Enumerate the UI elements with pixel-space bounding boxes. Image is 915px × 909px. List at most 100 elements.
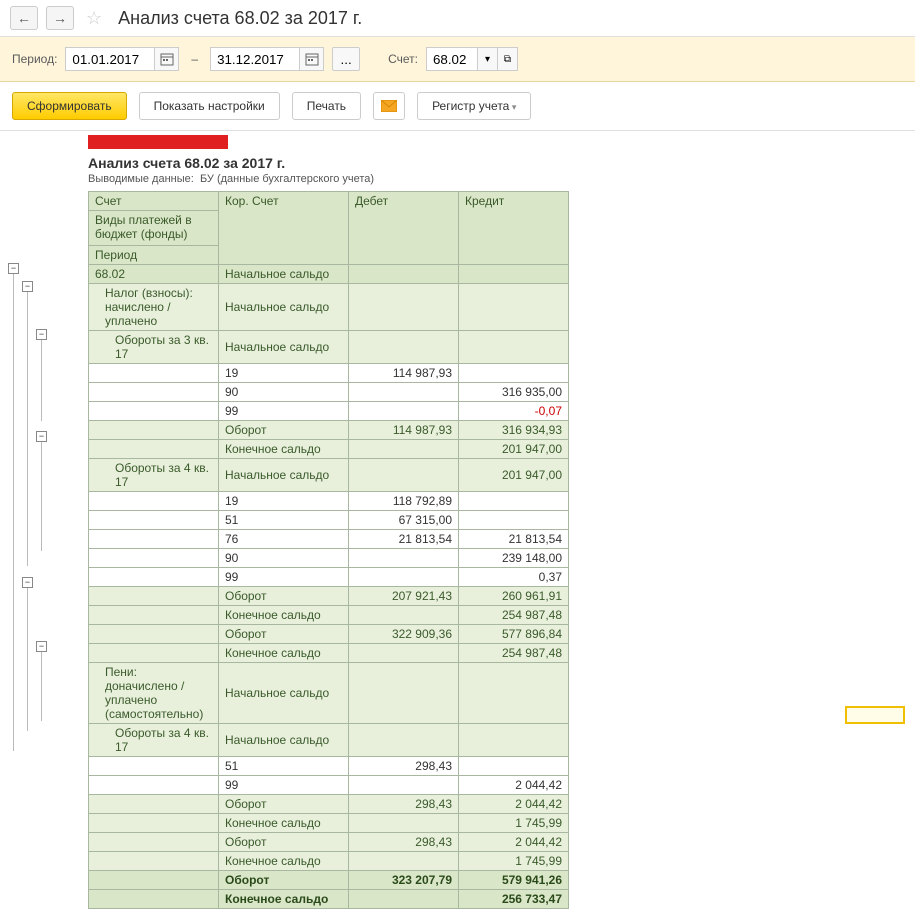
cell-corr: Начальное сальдо <box>219 265 349 284</box>
generate-button[interactable]: Сформировать <box>12 92 127 120</box>
calendar-icon <box>305 52 319 66</box>
report-title: Анализ счета 68.02 за 2017 г. <box>88 155 915 171</box>
cell-credit: 201 947,00 <box>459 440 569 459</box>
cell-corr: 51 <box>219 511 349 530</box>
account-input[interactable] <box>426 47 478 71</box>
cell-corr: Конечное сальдо <box>219 644 349 663</box>
tree-line <box>13 274 14 751</box>
cell-account: Обороты за 3 кв. 17 <box>89 331 219 364</box>
cell-corr: Оборот <box>219 421 349 440</box>
nav-forward-button[interactable]: → <box>46 6 74 30</box>
tree-collapse-toggle[interactable]: − <box>36 329 47 340</box>
cell-account <box>89 606 219 625</box>
cell-debit <box>349 549 459 568</box>
cell-debit <box>349 331 459 364</box>
cell-corr: Оборот <box>219 833 349 852</box>
cell-account <box>89 890 219 909</box>
redacted-org-name <box>140 139 224 145</box>
cell-corr: Начальное сальдо <box>219 663 349 724</box>
date-to-calendar-button[interactable] <box>300 47 324 71</box>
cell-credit <box>459 492 569 511</box>
cell-account <box>89 644 219 663</box>
tree-collapse-toggle[interactable]: − <box>8 263 19 274</box>
cell-corr: Конечное сальдо <box>219 852 349 871</box>
show-settings-button[interactable]: Показать настройки <box>139 92 280 120</box>
cell-credit: 1 745,99 <box>459 852 569 871</box>
cell-account <box>89 871 219 890</box>
cell-debit <box>349 663 459 724</box>
table-row: Оборот323 207,79579 941,26 <box>89 871 569 890</box>
table-row: 19118 792,89 <box>89 492 569 511</box>
cell-corr: 99 <box>219 402 349 421</box>
tree-collapse-toggle[interactable]: − <box>22 281 33 292</box>
print-button[interactable]: Печать <box>292 92 361 120</box>
cell-debit: 118 792,89 <box>349 492 459 511</box>
cell-corr: 19 <box>219 492 349 511</box>
cell-account <box>89 852 219 871</box>
account-open-button[interactable]: ⧉ <box>498 47 518 71</box>
cell-debit <box>349 776 459 795</box>
cell-account: Налог (взносы): начислено / уплачено <box>89 284 219 331</box>
tree-line <box>41 442 42 551</box>
cell-debit <box>349 459 459 492</box>
table-row: Конечное сальдо254 987,48 <box>89 644 569 663</box>
cell-corr: Начальное сальдо <box>219 724 349 757</box>
cell-debit <box>349 606 459 625</box>
cell-account <box>89 383 219 402</box>
cell-credit: 2 044,42 <box>459 776 569 795</box>
cell-debit <box>349 852 459 871</box>
cell-account: 68.02 <box>89 265 219 284</box>
cell-debit <box>349 265 459 284</box>
table-row: Конечное сальдо256 733,47 <box>89 890 569 909</box>
table-row: 68.02Начальное сальдо <box>89 265 569 284</box>
period-label: Период: <box>12 52 57 66</box>
table-row: Обороты за 4 кв. 17Начальное сальдо <box>89 724 569 757</box>
cell-corr: Оборот <box>219 587 349 606</box>
date-from-input[interactable] <box>65 47 155 71</box>
favorite-star-icon[interactable]: ☆ <box>86 8 102 29</box>
header-period: Период <box>89 245 218 264</box>
cell-credit: 316 935,00 <box>459 383 569 402</box>
cell-credit: 201 947,00 <box>459 459 569 492</box>
tree-collapse-toggle[interactable]: − <box>22 577 33 588</box>
cell-corr: Оборот <box>219 625 349 644</box>
account-dropdown-button[interactable]: ▾ <box>478 47 498 71</box>
cell-account: Обороты за 4 кв. 17 <box>89 724 219 757</box>
email-button[interactable] <box>373 92 405 120</box>
table-row: 990,37 <box>89 568 569 587</box>
cell-account <box>89 492 219 511</box>
register-button[interactable]: Регистр учета <box>417 92 531 120</box>
table-row: Конечное сальдо254 987,48 <box>89 606 569 625</box>
cell-account <box>89 795 219 814</box>
cell-corr: Конечное сальдо <box>219 440 349 459</box>
period-more-button[interactable]: ... <box>332 47 360 71</box>
cell-account <box>89 364 219 383</box>
table-row: 19114 987,93 <box>89 364 569 383</box>
header-credit: Кредит <box>459 192 569 265</box>
header-corr-account: Кор. Счет <box>219 192 349 265</box>
cell-debit <box>349 284 459 331</box>
cell-account <box>89 833 219 852</box>
cell-credit: 316 934,93 <box>459 421 569 440</box>
date-from-calendar-button[interactable] <box>155 47 179 71</box>
tree-line <box>27 588 28 731</box>
cell-credit: 239 148,00 <box>459 549 569 568</box>
table-row: Пени: доначислено / уплачено (самостояте… <box>89 663 569 724</box>
cell-account <box>89 587 219 606</box>
cell-account <box>89 511 219 530</box>
cell-account: Обороты за 4 кв. 17 <box>89 459 219 492</box>
cell-corr: 99 <box>219 568 349 587</box>
date-to-input[interactable] <box>210 47 300 71</box>
cell-credit <box>459 757 569 776</box>
cell-account <box>89 440 219 459</box>
table-row: 90316 935,00 <box>89 383 569 402</box>
cell-corr: 99 <box>219 776 349 795</box>
nav-back-button[interactable]: ← <box>10 6 38 30</box>
cell-account <box>89 625 219 644</box>
cell-corr: Начальное сальдо <box>219 459 349 492</box>
cell-corr: Конечное сальдо <box>219 606 349 625</box>
tree-collapse-toggle[interactable]: − <box>36 641 47 652</box>
cell-debit: 67 315,00 <box>349 511 459 530</box>
cell-debit <box>349 890 459 909</box>
tree-collapse-toggle[interactable]: − <box>36 431 47 442</box>
